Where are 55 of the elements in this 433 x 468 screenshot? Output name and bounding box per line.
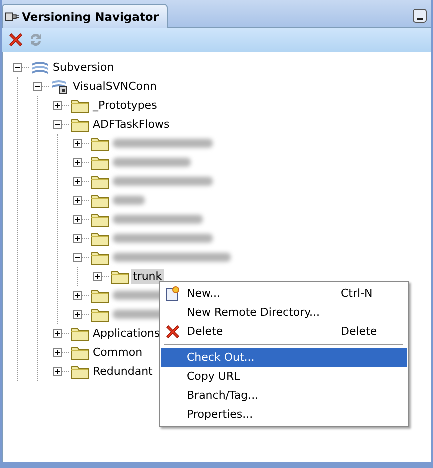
tree-node[interactable]: Common	[91, 345, 145, 360]
expand-icon[interactable]	[73, 158, 82, 167]
menu-item[interactable]: Branch/Tag...	[161, 386, 407, 405]
expand-icon[interactable]	[73, 234, 82, 243]
minimize-button[interactable]	[413, 9, 427, 23]
expand-icon[interactable]	[73, 215, 82, 224]
folder-icon	[91, 194, 109, 208]
repository-icon	[31, 60, 49, 74]
expand-icon[interactable]	[73, 196, 82, 205]
folder-icon	[91, 136, 109, 150]
folder-icon	[91, 250, 109, 264]
tree-node[interactable]: Applications	[91, 326, 162, 341]
folder-icon	[71, 364, 89, 378]
menu-item[interactable]: Delete Delete	[161, 322, 407, 341]
folder-icon	[71, 98, 89, 112]
tree-node[interactable]: _Prototypes	[91, 98, 160, 113]
folder-icon	[91, 232, 109, 246]
menu-item[interactable]: New Remote Directory...	[161, 303, 407, 322]
expand-icon[interactable]	[53, 367, 62, 376]
tree-node[interactable]: Redundant	[91, 364, 155, 379]
collapse-icon[interactable]	[53, 120, 62, 129]
menu-item[interactable]: Copy URL	[161, 367, 407, 386]
tree-node[interactable]: ADFTaskFlows	[91, 117, 172, 132]
tree-node[interactable]: Subversion	[51, 60, 116, 75]
menu-item[interactable]: Properties...	[161, 405, 407, 424]
expand-icon[interactable]	[73, 139, 82, 148]
tree-node[interactable]: trunk	[131, 269, 164, 284]
folder-icon	[71, 118, 89, 132]
delete-button[interactable]	[8, 32, 24, 48]
expand-icon[interactable]	[53, 348, 62, 357]
folder-icon	[91, 288, 109, 302]
menu-item[interactable]: New... Ctrl-N	[161, 284, 407, 303]
folder-icon	[91, 308, 109, 322]
tree-node[interactable]: VisualSVNConn	[71, 79, 159, 94]
folder-icon	[91, 174, 109, 188]
versioning-navigator-tab[interactable]: Versioning Navigator	[2, 4, 168, 28]
menu-item[interactable]: Check Out...	[161, 348, 407, 367]
expand-icon[interactable]	[73, 310, 82, 319]
delete-icon	[165, 324, 181, 340]
expand-icon[interactable]	[53, 329, 62, 338]
collapse-icon[interactable]	[73, 253, 82, 262]
expand-icon[interactable]	[73, 291, 82, 300]
folder-icon	[91, 212, 109, 226]
expand-icon[interactable]	[53, 101, 62, 110]
folder-icon	[71, 326, 89, 340]
collapse-icon[interactable]	[33, 82, 42, 91]
expand-icon[interactable]	[93, 272, 102, 281]
new-file-icon	[165, 286, 181, 302]
collapse-icon[interactable]	[13, 63, 22, 72]
folder-icon	[111, 270, 129, 284]
plug-icon	[5, 10, 20, 24]
connection-icon	[51, 78, 69, 94]
folder-icon	[71, 346, 89, 360]
folder-icon	[91, 156, 109, 170]
expand-icon[interactable]	[73, 177, 82, 186]
